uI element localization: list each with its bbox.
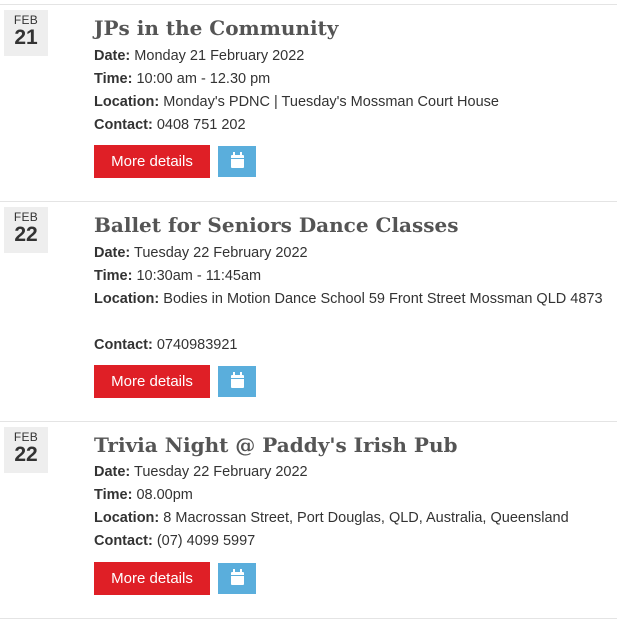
event-time-line: Time: 10:30am - 11:45am (94, 265, 609, 288)
event-date-line: Date: Tuesday 22 February 2022 (94, 242, 609, 265)
time-label: Time: (94, 268, 133, 284)
event-item: FEB 22 Trivia Night @ Paddy's Irish Pub … (0, 421, 617, 618)
add-to-calendar-button[interactable] (218, 366, 256, 397)
more-details-button[interactable]: More details (94, 365, 210, 398)
event-title[interactable]: Ballet for Seniors Dance Classes (94, 212, 459, 238)
date-label: Date: (94, 245, 131, 261)
event-day: 22 (14, 223, 38, 246)
more-details-button[interactable]: More details (94, 145, 210, 178)
event-date-line: Date: Tuesday 22 February 2022 (94, 461, 609, 484)
event-contact-value: (07) 4099 5997 (156, 533, 256, 549)
calendar-icon (230, 372, 244, 388)
time-label: Time: (94, 71, 133, 87)
event-contact-line: Contact: 0740983921 (94, 334, 609, 357)
event-date-badge: FEB 22 (4, 207, 48, 253)
event-item: FEB 21 JPs in the Community Date: Monday… (0, 4, 617, 201)
event-day: 21 (14, 26, 38, 49)
location-label: Location: (94, 291, 160, 307)
contact-label: Contact: (94, 337, 153, 353)
event-item-next (0, 618, 617, 623)
date-label: Date: (94, 464, 131, 480)
event-month: FEB (13, 210, 39, 224)
event-location-line: Location: Bodies in Motion Dance School … (94, 288, 609, 311)
add-to-calendar-button[interactable] (218, 563, 256, 594)
event-time-value: 10:00 am - 12.30 pm (136, 71, 271, 87)
event-time-value: 10:30am - 11:45am (136, 268, 262, 284)
event-location-line: Location: Monday's PDNC | Tuesday's Moss… (94, 91, 609, 114)
event-contact-value: 0408 751 202 (156, 117, 246, 133)
event-date-line: Date: Monday 21 February 2022 (94, 45, 609, 68)
calendar-icon (230, 569, 244, 585)
time-label: Time: (94, 487, 133, 503)
location-label: Location: (94, 94, 160, 110)
event-time-value: 08.00pm (136, 487, 193, 503)
location-label: Location: (94, 510, 160, 526)
event-date-value: Tuesday 22 February 2022 (134, 245, 308, 261)
event-location-value: Bodies in Motion Dance School 59 Front S… (163, 291, 603, 307)
event-day: 22 (14, 443, 38, 466)
event-location-value: 8 Macrossan Street, Port Douglas, QLD, A… (163, 510, 569, 526)
event-location-line: Location: 8 Macrossan Street, Port Dougl… (94, 507, 609, 530)
date-label: Date: (94, 48, 131, 64)
event-time-line: Time: 10:00 am - 12.30 pm (94, 68, 609, 91)
event-date-value: Monday 21 February 2022 (134, 48, 305, 64)
event-contact-line: Contact: (07) 4099 5997 (94, 530, 609, 553)
event-contact-line: Contact: 0408 751 202 (94, 114, 609, 137)
calendar-icon (230, 152, 244, 168)
event-location-value: Monday's PDNC | Tuesday's Mossman Court … (163, 94, 499, 110)
event-date-badge: FEB 21 (4, 10, 48, 56)
event-title[interactable]: Trivia Night @ Paddy's Irish Pub (94, 432, 458, 458)
event-month: FEB (13, 13, 39, 27)
event-date-badge: FEB 22 (4, 427, 48, 473)
event-time-line: Time: 08.00pm (94, 484, 609, 507)
more-details-button[interactable]: More details (94, 562, 210, 595)
event-item: FEB 22 Ballet for Seniors Dance Classes … (0, 201, 617, 421)
event-title[interactable]: JPs in the Community (94, 15, 338, 41)
event-month: FEB (13, 430, 39, 444)
event-date-value: Tuesday 22 February 2022 (134, 464, 308, 480)
contact-label: Contact: (94, 533, 153, 549)
contact-label: Contact: (94, 117, 153, 133)
add-to-calendar-button[interactable] (218, 146, 256, 177)
event-contact-value: 0740983921 (156, 337, 238, 353)
